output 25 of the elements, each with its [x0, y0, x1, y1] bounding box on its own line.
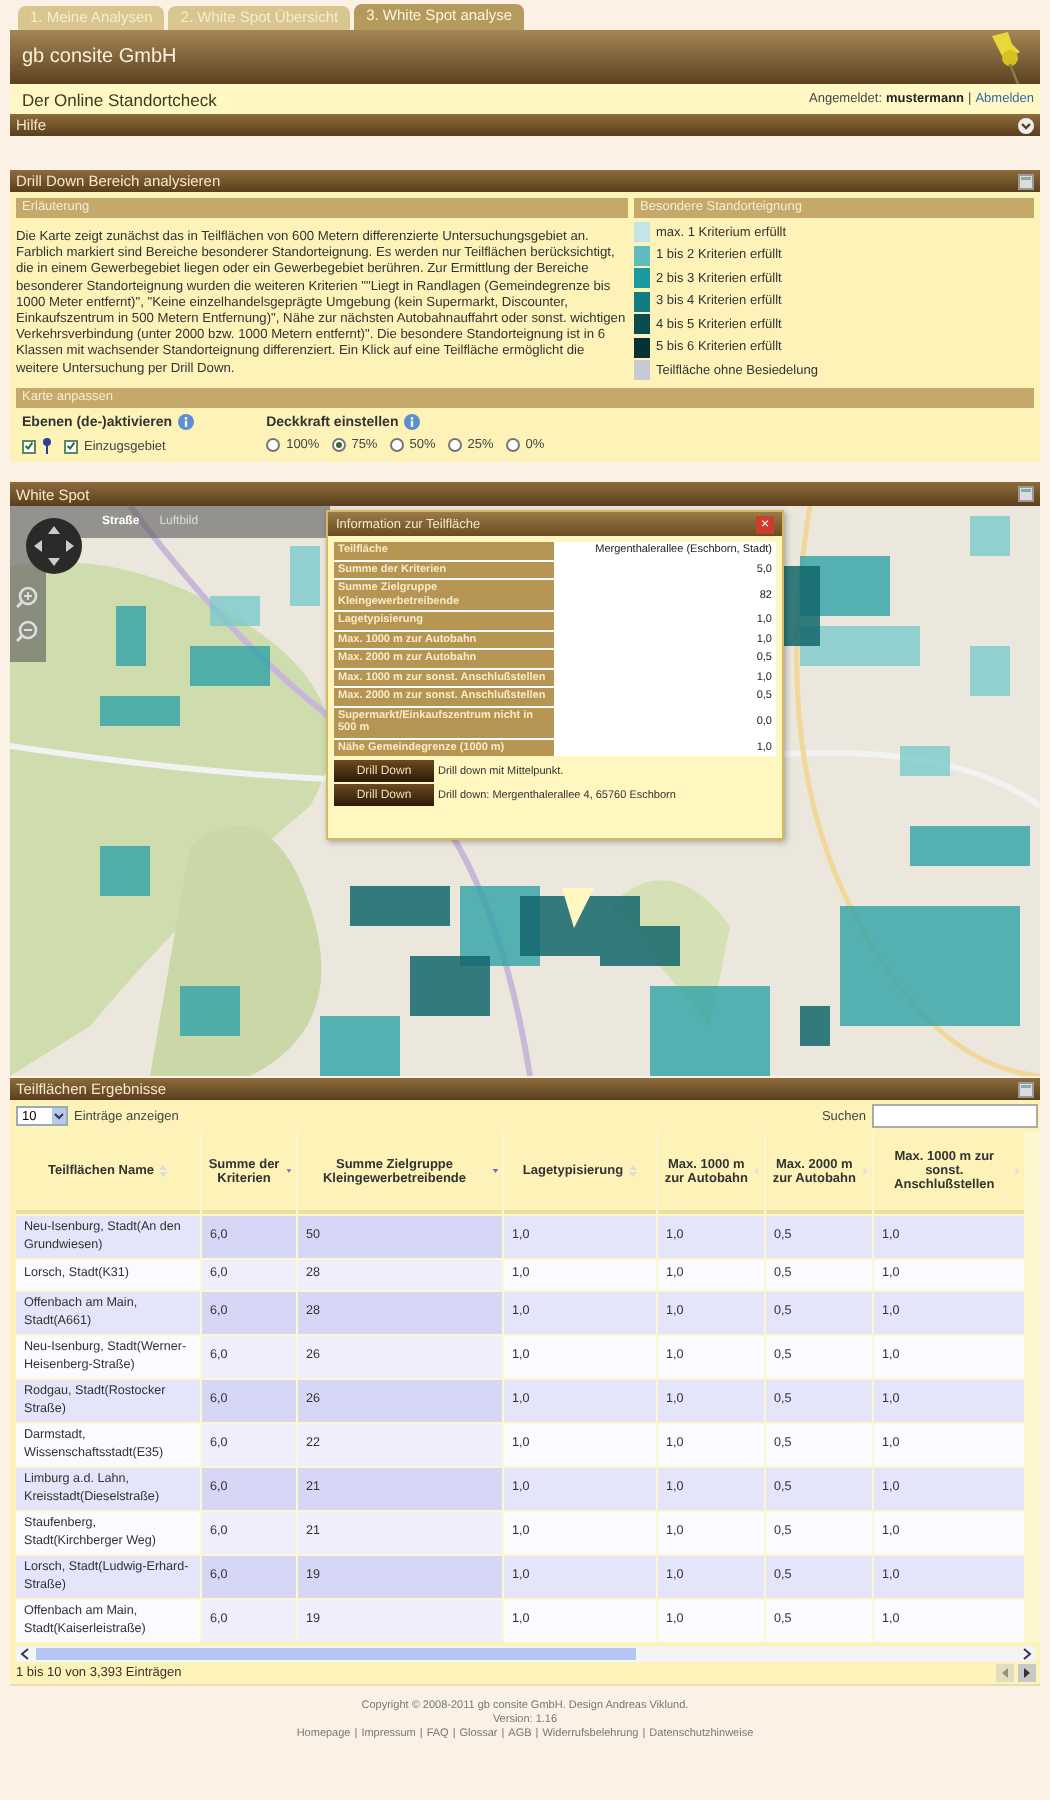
radio-button[interactable]: [331, 438, 346, 452]
radio-button[interactable]: [266, 438, 281, 452]
radio-button[interactable]: [447, 438, 462, 452]
radio-button[interactable]: [389, 438, 404, 452]
pin-icon: [42, 438, 52, 454]
window-icon[interactable]: [1018, 173, 1034, 189]
right-arrow-icon[interactable]: [1022, 1668, 1032, 1678]
next-page-button[interactable]: [1018, 1664, 1036, 1682]
callout-pointer: [562, 888, 594, 928]
window-icon[interactable]: [1018, 486, 1034, 502]
dropdown-icon[interactable]: [52, 1108, 66, 1124]
company-name: gb consite GmbH: [22, 46, 177, 68]
pan-control[interactable]: [26, 518, 82, 574]
expand-icon[interactable]: [1018, 117, 1034, 133]
info-icon: [404, 414, 421, 430]
horizontal-scrollbar[interactable]: [16, 1646, 1036, 1662]
zoom-out-icon[interactable]: [16, 620, 38, 642]
checkbox[interactable]: [64, 439, 78, 453]
radio-button[interactable]: [505, 438, 520, 452]
window-icon[interactable]: [1018, 1081, 1034, 1097]
checkbox[interactable]: [22, 439, 36, 453]
info-icon: [178, 414, 195, 430]
subtitle: Der Online Standortcheck: [22, 89, 217, 109]
search-field[interactable]: [872, 1104, 1038, 1128]
zoom-in-icon[interactable]: [16, 586, 38, 608]
